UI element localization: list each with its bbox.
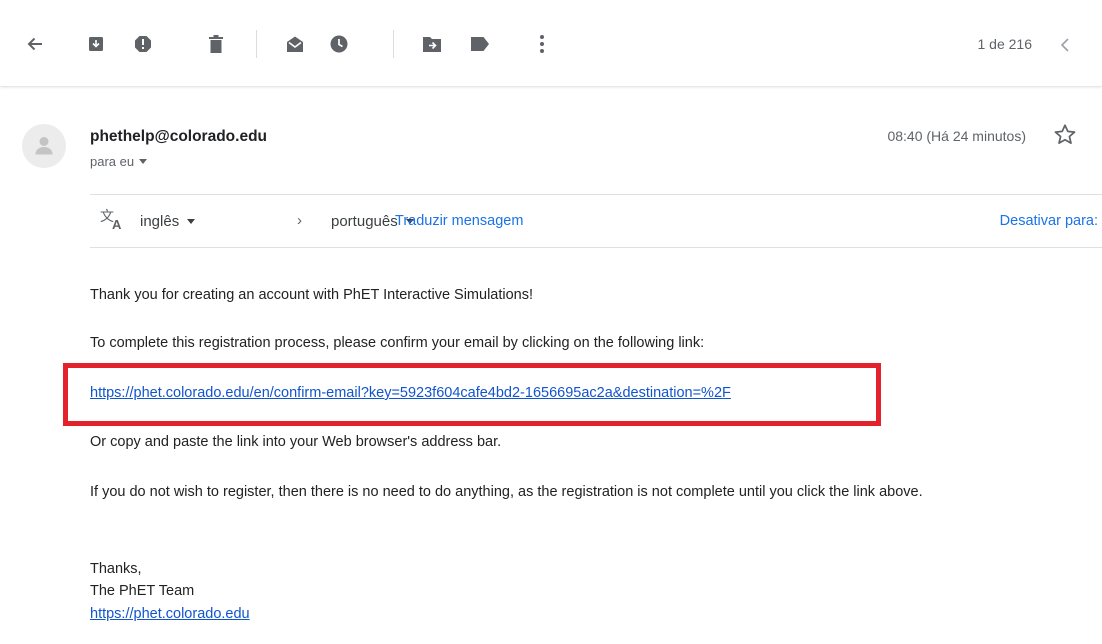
svg-text:A: A bbox=[112, 217, 122, 232]
highlight-annotation-box bbox=[63, 363, 881, 426]
chevron-right-icon: › bbox=[297, 212, 302, 229]
message-toolbar: 1 de 216 bbox=[0, 0, 1102, 87]
source-language-label: inglês bbox=[140, 213, 180, 230]
person-icon bbox=[35, 137, 53, 155]
move-to-icon[interactable] bbox=[416, 28, 448, 60]
back-arrow-icon[interactable] bbox=[19, 28, 51, 60]
mark-unread-icon[interactable] bbox=[279, 28, 311, 60]
chevron-down-icon bbox=[187, 219, 196, 224]
sender-email[interactable]: phethelp@colorado.edu bbox=[90, 128, 267, 146]
star-icon[interactable] bbox=[1052, 122, 1078, 148]
chevron-down-icon bbox=[139, 159, 148, 164]
recipient-label: para eu bbox=[90, 154, 135, 169]
archive-icon[interactable] bbox=[80, 28, 112, 60]
snooze-icon[interactable] bbox=[323, 28, 355, 60]
message-timestamp: 08:40 (Há 24 minutos) bbox=[887, 128, 1026, 144]
site-link-row: https://phet.colorado.edu bbox=[90, 606, 250, 622]
recipient-details-toggle[interactable]: para eu bbox=[90, 154, 148, 169]
body-signoff: Thanks, bbox=[90, 561, 142, 577]
body-line-no-need: If you do not wish to register, then the… bbox=[90, 484, 923, 500]
translate-message-link[interactable]: Traduzir mensagem bbox=[395, 213, 523, 229]
delete-icon[interactable] bbox=[200, 28, 232, 60]
toolbar-divider bbox=[393, 30, 394, 58]
pager-count: 1 de 216 bbox=[977, 36, 1033, 52]
translate-bar: 文 A inglês › português Traduzir mensagem… bbox=[90, 194, 1102, 248]
translate-icon: 文 A bbox=[100, 208, 126, 237]
body-team-name: The PhET Team bbox=[90, 583, 195, 599]
disable-translation-link[interactable]: Desativar para: bbox=[1000, 213, 1098, 229]
target-language-label: português bbox=[331, 213, 398, 230]
body-line-thanks-for-account: Thank you for creating an account with P… bbox=[90, 287, 534, 303]
source-language-select[interactable]: inglês bbox=[140, 213, 196, 230]
body-line-confirm-instruction: To complete this registration process, p… bbox=[90, 335, 705, 351]
toolbar-divider bbox=[256, 30, 257, 58]
site-link[interactable]: https://phet.colorado.edu bbox=[90, 606, 250, 622]
report-spam-icon[interactable] bbox=[127, 28, 159, 60]
more-vert-icon[interactable] bbox=[526, 28, 558, 60]
avatar[interactable] bbox=[22, 124, 66, 168]
chevron-left-icon[interactable] bbox=[1054, 33, 1076, 57]
label-icon[interactable] bbox=[464, 28, 496, 60]
body-line-copy-paste: Or copy and paste the link into your Web… bbox=[90, 434, 502, 450]
